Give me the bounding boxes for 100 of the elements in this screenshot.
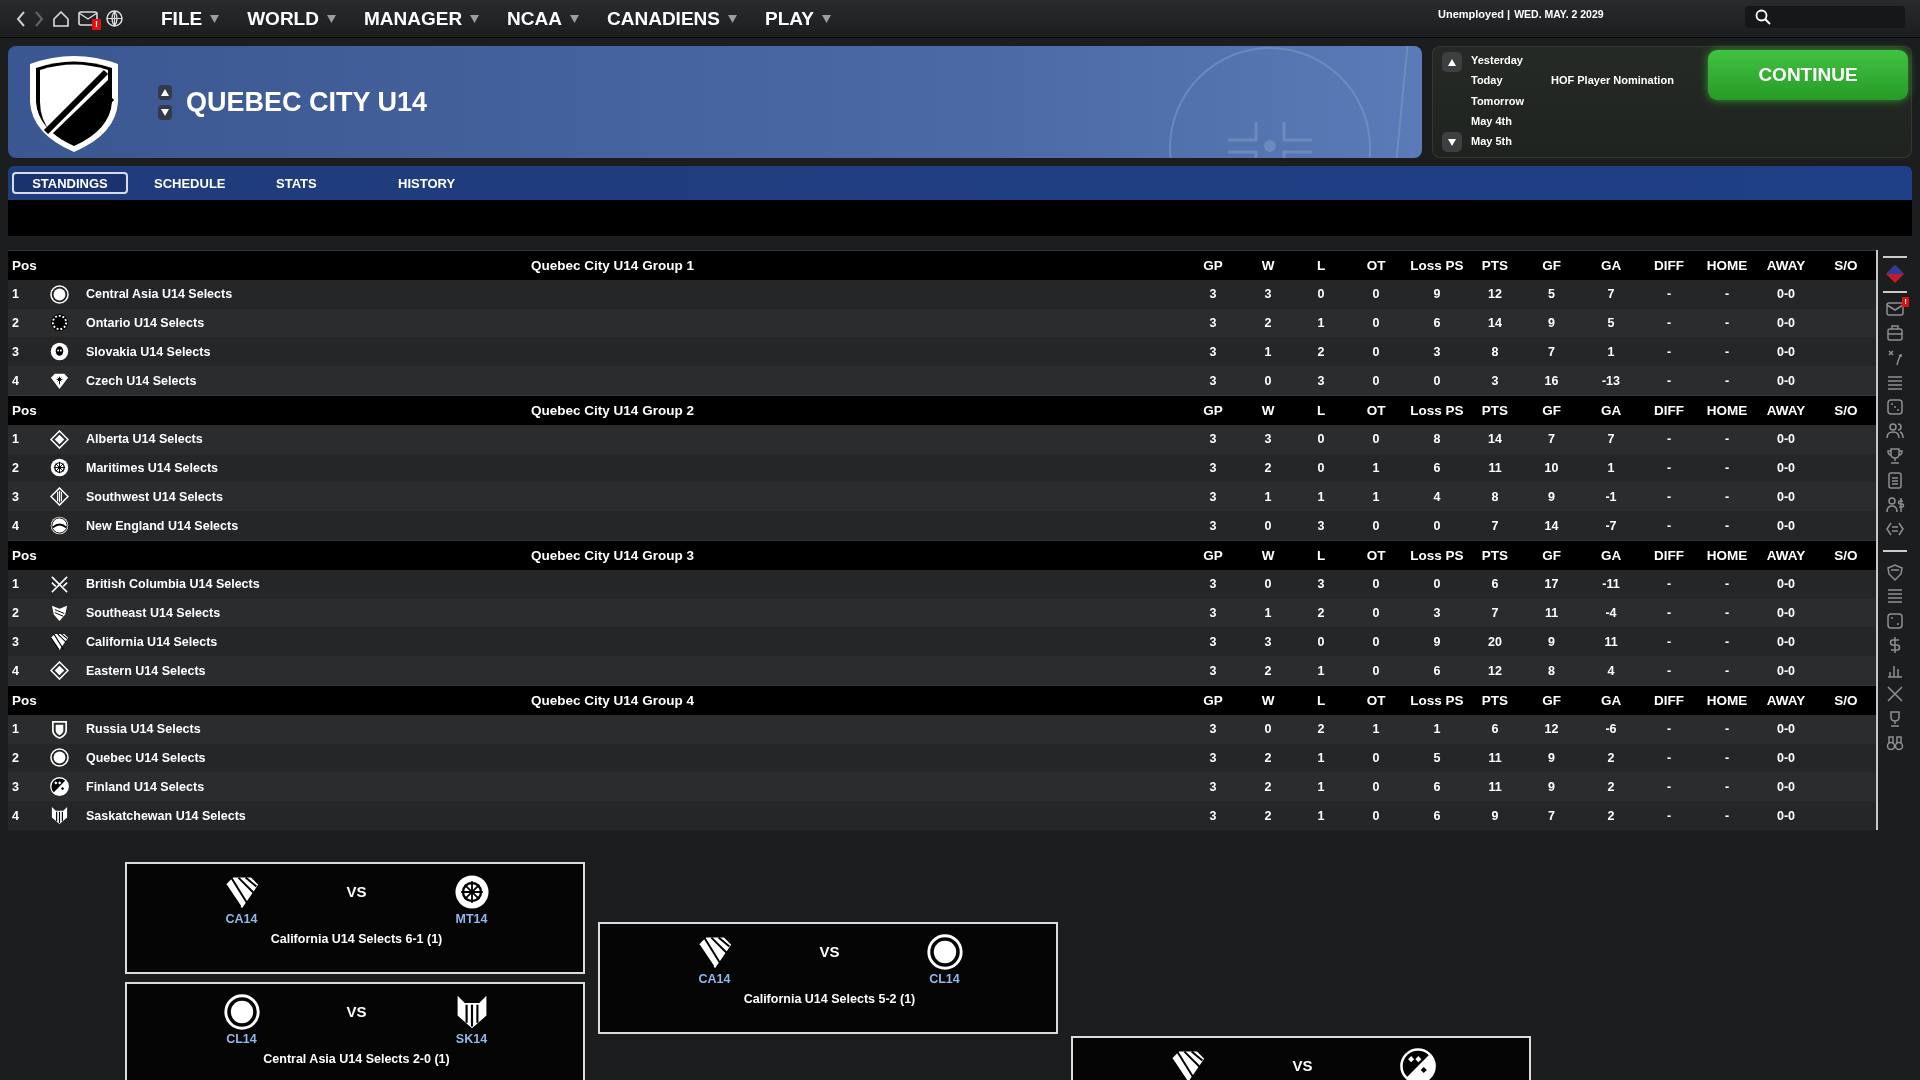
tab[interactable]: STATS [256,172,372,194]
team-link[interactable]: Quebec U14 Selects [86,750,206,765]
back-icon[interactable] [16,10,26,27]
team-link[interactable]: Finland U14 Selects [86,779,205,794]
table-cell-text: 0 [1371,287,1381,302]
menu-button[interactable]: MANAGER [363,7,480,30]
team-link[interactable]: Southwest U14 Selects [86,489,223,504]
table-cell-text: 1 [1371,722,1381,737]
team-link[interactable]: Alberta U14 Selects [86,432,203,447]
tab[interactable]: HISTORY [378,172,494,194]
team-link[interactable]: Southeast U14 Selects [86,605,221,620]
shield-icon[interactable] [1885,561,1905,582]
diamond-flag-icon[interactable] [1885,264,1905,285]
table-cell-text: 0-0 [1775,663,1797,678]
person-dollar-icon[interactable] [1885,494,1905,515]
table-cell-text: 9 [1490,808,1500,823]
tactics-icon[interactable] [1885,347,1905,368]
menu-button[interactable]: PLAY [764,7,831,30]
down-arrow-button[interactable] [158,104,172,120]
table-cell-text: 8 [1432,432,1442,447]
round-emblem-icon [49,342,69,362]
tab[interactable]: SCHEDULE [134,172,250,194]
group-title: Quebec City U14 Group 3 [530,547,695,563]
team-link[interactable]: Central Asia U14 Selects [86,287,233,302]
up-arrow-button[interactable] [1442,52,1462,72]
column-header: GA [1599,692,1623,708]
table-cell-text: 3 [1208,287,1218,302]
table-cell-text: 0 [1371,373,1381,388]
team-link[interactable]: Czech U14 Selects [86,373,197,388]
tab[interactable]: STANDINGS [12,172,128,194]
match-card[interactable]: VS CA14 CL14 California U14 Selects 5-2 (1) [598,921,1058,1034]
table-cell-text: -13 [1600,373,1622,388]
table-cell-text: 0-0 [1775,605,1797,620]
search-icon[interactable] [1755,9,1771,25]
dotted-disc-icon [49,777,69,797]
home-icon[interactable] [52,10,70,27]
menu-button[interactable]: CANADIENS [607,7,737,30]
team-link[interactable]: British Columbia U14 Selects [86,577,260,592]
team-link[interactable]: Eastern U14 Selects [86,663,206,678]
column-header: HOME [1705,257,1749,273]
match-card[interactable]: VS CA14 MT14 California U14 Selects 6-1 (1) [125,861,585,974]
team-link[interactable]: California U14 Selects [86,634,218,649]
table-cell-text: 3 [1208,634,1218,649]
table-cell-text: 0 [1371,577,1381,592]
table-cell-text: 4 [11,663,20,678]
column-header: W [1260,547,1276,563]
table-cell-text: 2 [1263,663,1273,678]
column-header: OT [1365,257,1387,273]
menu-button[interactable]: WORLD [247,7,336,30]
table-cell-text: 12 [1543,722,1560,737]
menu-button[interactable]: NCAA [507,7,579,30]
search-field[interactable] [1745,6,1905,28]
up-arrow-button[interactable] [158,84,172,100]
match-card[interactable]: VS [1071,1035,1531,1080]
table-cell-text: 14 [1487,432,1503,447]
calendar-day[interactable]: Tomorrow [1471,94,1551,115]
table-cell-text: 11 [1543,605,1560,620]
calendar-day[interactable]: Today [1471,74,1551,95]
team-link[interactable]: Maritimes U14 Selects [86,460,218,475]
team-link[interactable]: Saskatchewan U14 Selects [86,808,246,823]
column-header: OT [1365,402,1387,418]
team-link[interactable]: New England U14 Selects [86,518,239,533]
table-cell-text: 11 [1603,634,1619,649]
match-card[interactable]: VS CL14 SK14 Central Asia U14 Selects 2-0 (1) [125,981,585,1080]
table-cell-text: 0 [1316,460,1326,475]
table-cell-text: - [1723,344,1731,359]
team-link[interactable]: Slovakia U14 Selects [86,344,211,359]
team-link[interactable]: Ontario U14 Selects [86,316,205,330]
forward-icon[interactable] [34,10,44,27]
table-cell-text: 2 [1316,605,1326,620]
trophy-icon[interactable] [1885,445,1905,466]
dice-icon[interactable] [1885,396,1905,417]
table-cell-text: -1 [1604,489,1618,504]
table-cell-text: 7 [1547,808,1556,823]
team-link[interactable]: Russia U14 Selects [86,722,201,737]
briefcase-icon[interactable] [1885,323,1905,344]
table-cell-text: 9 [1432,287,1442,302]
caret-icon [570,14,579,23]
menu-button[interactable]: FILE [161,7,220,30]
table-cell-text: 6 [1432,663,1442,678]
clipboard-icon[interactable] [1885,470,1905,491]
notification-badge: ! [92,19,101,30]
calendar-day[interactable]: May 5th [1471,135,1551,156]
table-cell-text: 4 [11,518,20,533]
table-cell-text: 2 [1606,750,1616,765]
table-cell-text: 3 [1316,577,1326,592]
table-cell-text: 0 [1371,518,1381,533]
table-cell-text: 0 [1371,808,1381,823]
dice-icon[interactable] [1885,610,1905,631]
down-arrow-button[interactable] [1442,132,1462,152]
calendar-day[interactable]: May 4th [1471,114,1551,136]
table-cell-text: 1 [1263,605,1273,620]
game-date: WED. MAY. 2 2029 [1514,8,1604,20]
table-cell-text: 1 [1316,808,1326,823]
globe-icon[interactable] [106,10,123,27]
column-header: GA [1599,547,1623,563]
table-cell-text: 3 [1316,518,1326,533]
calendar-day[interactable]: Yesterday [1471,54,1551,75]
table-cell-text: 3 [1208,344,1218,359]
table-cell-text: 0-0 [1775,722,1797,737]
